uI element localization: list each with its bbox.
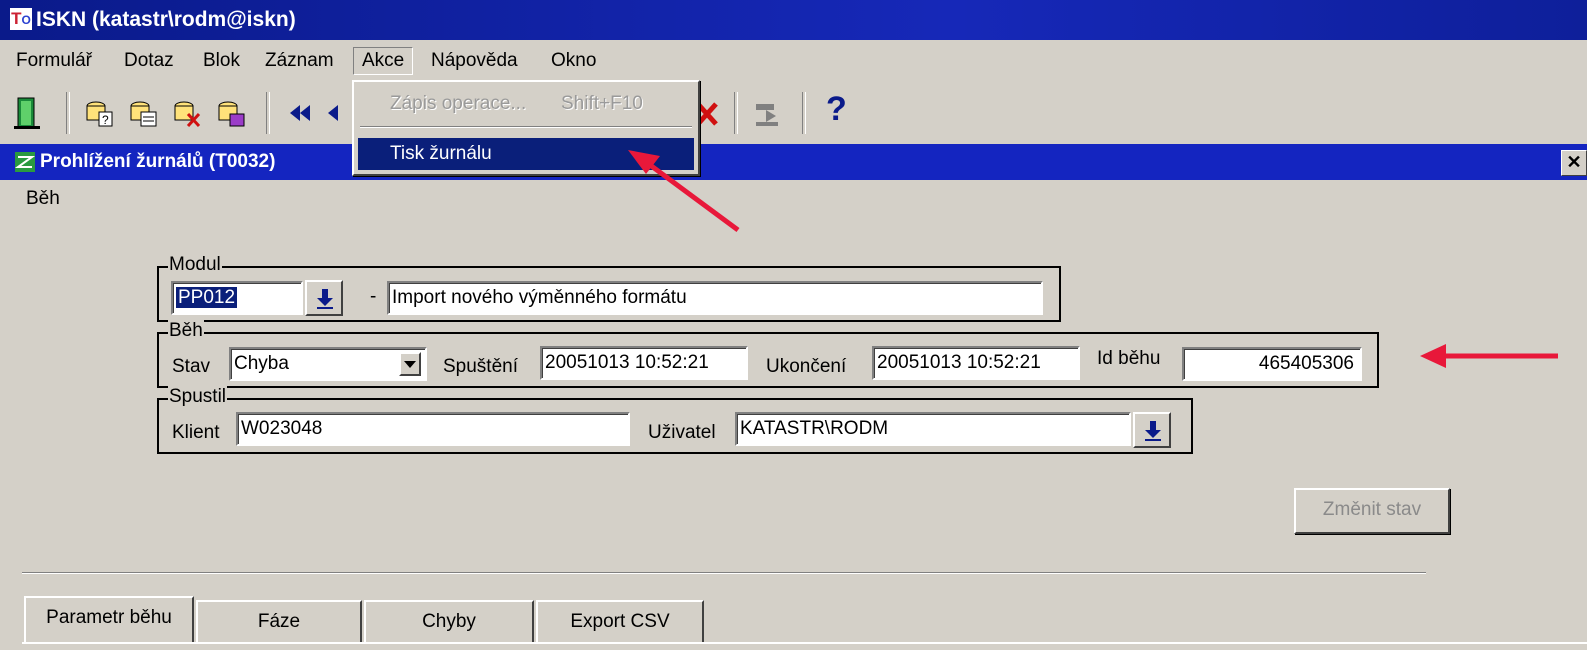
tab-faze[interactable]: Fáze — [196, 600, 362, 642]
svg-text:?: ? — [102, 113, 109, 127]
menu-beh[interactable]: Běh — [26, 188, 60, 210]
menu-okno[interactable]: Okno — [551, 50, 596, 72]
transfer-icon[interactable] — [752, 96, 782, 130]
stav-select[interactable]: Chyba — [229, 347, 427, 381]
toolbar: ? ? — [0, 84, 1587, 144]
change-status-button[interactable]: Změnit stav — [1294, 488, 1450, 534]
uzivatel-field[interactable]: KATASTR\RODM — [735, 412, 1131, 446]
query-cancel-icon[interactable] — [172, 96, 202, 130]
divider — [22, 572, 1426, 574]
spusteni-label: Spuštění — [443, 356, 518, 377]
menu-item-tisk-zurnalu[interactable]: Tisk žurnálu — [358, 138, 694, 170]
menu-dotaz[interactable]: Dotaz — [124, 50, 174, 72]
menu-blok[interactable]: Blok — [203, 50, 240, 72]
window-title-bar: Prohlížení žurnálů (T0032) ✕ — [0, 144, 1587, 180]
tab-panel-border — [22, 642, 1587, 644]
query-execute-icon[interactable] — [128, 96, 158, 130]
app-title-bar: TO ISKN (katastr\rodm@iskn) — [0, 0, 1587, 40]
exit-door-icon[interactable] — [12, 96, 42, 130]
beh-group-label: Běh — [168, 320, 204, 342]
tab-export-csv[interactable]: Export CSV — [536, 600, 704, 642]
tab-chyby[interactable]: Chyby — [364, 600, 534, 642]
uzivatel-label: Uživatel — [648, 422, 716, 443]
menu-napoveda[interactable]: Nápověda — [431, 50, 518, 72]
chevron-down-icon[interactable] — [399, 352, 421, 376]
app-logo-icon: TO — [10, 8, 32, 30]
spustil-group-label: Spustil — [168, 386, 228, 408]
arrow-down-icon — [317, 289, 333, 309]
menu-akce[interactable]: Akce — [353, 47, 414, 75]
menu-bar: Formulář Dotaz Blok Záznam Akce Nápověda… — [0, 40, 1587, 84]
spusteni-field[interactable]: 20051013 10:52:21 — [540, 346, 748, 380]
window-title: Prohlížení žurnálů (T0032) — [40, 151, 276, 172]
modul-name-field[interactable]: Import nového výměnného formátu — [387, 281, 1043, 315]
ukonceni-label: Ukončení — [766, 356, 847, 377]
klient-label: Klient — [172, 422, 220, 443]
close-icon[interactable]: ✕ — [1561, 150, 1587, 176]
query-enter-icon[interactable]: ? — [84, 96, 114, 130]
akce-dropdown-menu: Zápis operace... Shift+F10 Tisk žurnálu — [352, 80, 700, 176]
menu-separator — [360, 126, 692, 128]
app-title: ISKN (katastr\rodm@iskn) — [36, 8, 296, 31]
klient-field[interactable]: W023048 — [236, 412, 630, 446]
menu-item-zapis-operace: Zápis operace... Shift+F10 — [390, 93, 643, 114]
menu-formular[interactable]: Formulář — [16, 50, 92, 72]
stav-label: Stav — [172, 356, 211, 377]
id-behu-label: Id běhu — [1097, 348, 1161, 369]
help-icon[interactable]: ? — [826, 90, 847, 129]
window-icon — [14, 152, 36, 172]
menu-zaznam[interactable]: Záznam — [265, 50, 334, 72]
modul-list-button[interactable] — [305, 280, 343, 316]
query-count-icon[interactable] — [216, 96, 246, 130]
modul-code-field[interactable]: PP012 — [171, 281, 303, 315]
tab-parametr-behu[interactable]: Parametr běhu — [24, 596, 194, 644]
id-behu-field[interactable]: 465405306 — [1182, 347, 1362, 381]
arrow-down-icon — [1145, 421, 1161, 441]
uzivatel-list-button[interactable] — [1133, 412, 1171, 448]
modul-group-label: Modul — [168, 254, 222, 276]
first-record-icon[interactable] — [286, 96, 316, 130]
modul-dash: - — [370, 286, 377, 307]
journal-window: Prohlížení žurnálů (T0032) ✕ Běh Modul P… — [0, 144, 1587, 650]
ukonceni-field[interactable]: 20051013 10:52:21 — [872, 346, 1080, 380]
previous-record-icon[interactable] — [322, 96, 352, 130]
